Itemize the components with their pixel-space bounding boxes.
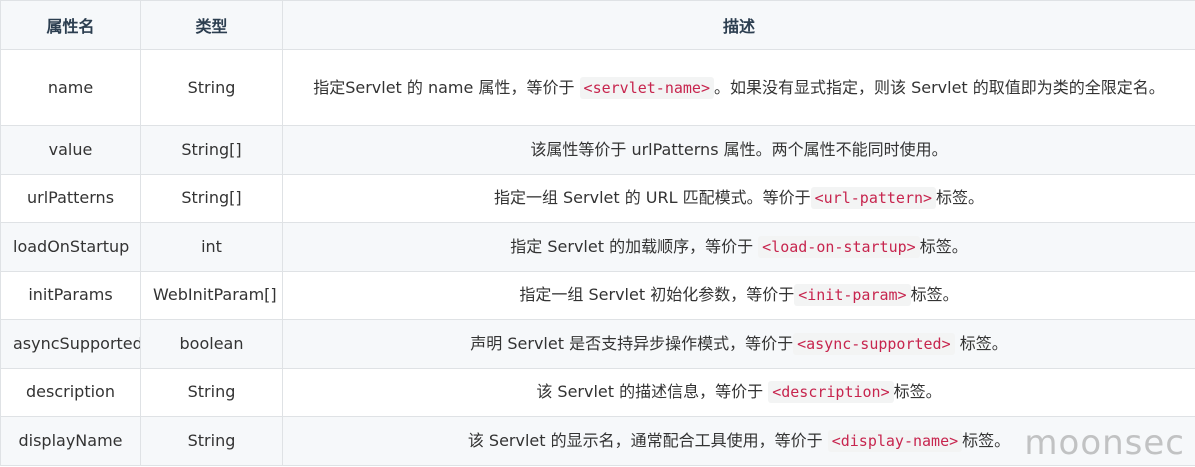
header-row: 属性名 类型 描述: [0, 0, 1195, 50]
cell-type: String[]: [140, 173, 283, 223]
table-header: 属性名 类型 描述: [0, 0, 1195, 50]
table-row: displayName String 该 Servlet 的显示名，通常配合工具…: [0, 416, 1195, 466]
table-row: initParams WebInitParam[] 指定一组 Servlet 初…: [0, 270, 1195, 320]
cell-description: 声明 Servlet 是否支持异步操作模式，等价于 <async-supporte…: [282, 319, 1195, 369]
cell-type: WebInitParam[]: [140, 270, 283, 320]
description-text: 声明 Servlet 是否支持异步操作模式，等价于: [470, 333, 794, 353]
xml-tag-code: <async-supported>: [793, 332, 955, 355]
description-text: 指定 Servlet 的加载顺序，等价于: [510, 236, 759, 256]
table-row: asyncSupported boolean 声明 Servlet 是否支持异步…: [0, 319, 1195, 369]
description-text: 该 Servlet 的描述信息，等价于: [536, 382, 769, 402]
description-text: 标签。: [893, 382, 942, 402]
table-row: name String 指定Servlet 的 name 属性，等价于 <ser…: [0, 49, 1195, 126]
cell-attribute-name: name: [0, 49, 141, 126]
description-text: 标签。: [910, 285, 959, 305]
description-text: 标签。: [954, 333, 1008, 353]
cell-attribute-name: initParams: [0, 270, 141, 320]
cell-attribute-name: urlPatterns: [0, 173, 141, 223]
table-row: loadOnStartup int 指定 Servlet 的加载顺序，等价于 <…: [0, 222, 1195, 272]
cell-type: int: [140, 222, 283, 272]
description-text: 指定一组 Servlet 的 URL 匹配模式。等价于: [493, 188, 811, 208]
watermark: moonsec: [1024, 423, 1185, 463]
description-text: 指定Servlet 的 name 属性，等价于: [313, 77, 580, 97]
cell-description: 指定 Servlet 的加载顺序，等价于 <load-on-startup> 标签…: [282, 222, 1195, 272]
cell-description: 该 Servlet 的描述信息，等价于 <description> 标签。: [282, 367, 1195, 417]
description-text: 标签。: [962, 430, 1011, 450]
description-text: 标签。: [936, 188, 985, 208]
table-row: description String 该 Servlet 的描述信息，等价于 <…: [0, 367, 1195, 417]
cell-type: String: [140, 416, 283, 466]
cell-attribute-name: asyncSupported: [0, 319, 141, 369]
table-row: value String[] 该属性等价于 urlPatterns 属性。两个属…: [0, 125, 1195, 175]
cell-type: String: [140, 367, 283, 417]
cell-description: 指定Servlet 的 name 属性，等价于 <servlet-name> 。如…: [282, 49, 1195, 126]
cell-description: 指定一组 Servlet 初始化参数，等价于 <init-param> 标签。: [282, 270, 1195, 320]
xml-tag-code: <display-name>: [827, 429, 963, 452]
description-text: 指定一组 Servlet 初始化参数，等价于: [519, 285, 795, 305]
servlet-annotation-attributes-table: 属性名 类型 描述 name String 指定Servlet 的 name 属…: [0, 0, 1195, 466]
header-attribute-name: 属性名: [0, 0, 141, 50]
description-text: 该属性等价于 urlPatterns 属性。两个属性不能同时使用。: [530, 139, 948, 159]
cell-type: String: [140, 49, 283, 126]
table-row: urlPatterns String[] 指定一组 Servlet 的 URL …: [0, 173, 1195, 223]
xml-tag-code: <url-pattern>: [810, 187, 937, 210]
cell-type: boolean: [140, 319, 283, 369]
header-description: 描述: [282, 0, 1195, 50]
cell-attribute-name: description: [0, 367, 141, 417]
cell-description: 该属性等价于 urlPatterns 属性。两个属性不能同时使用。: [282, 125, 1195, 175]
cell-attribute-name: displayName: [0, 416, 141, 466]
xml-tag-code: <description>: [768, 381, 894, 404]
table-body: name String 指定Servlet 的 name 属性，等价于 <ser…: [0, 49, 1195, 466]
description-text: 。如果没有显式指定，则该 Servlet 的取值即为类的全限定名。: [713, 77, 1165, 97]
cell-type: String[]: [140, 125, 283, 175]
description-text: 标签。: [919, 236, 968, 256]
description-text: 该 Servlet 的显示名，通常配合工具使用，等价于: [467, 430, 828, 450]
cell-description: 指定一组 Servlet 的 URL 匹配模式。等价于 <url-pattern>…: [282, 173, 1195, 223]
cell-attribute-name: value: [0, 125, 141, 175]
xml-tag-code: <servlet-name>: [579, 76, 714, 99]
cell-attribute-name: loadOnStartup: [0, 222, 141, 272]
header-type: 类型: [140, 0, 283, 50]
xml-tag-code: <init-param>: [794, 284, 911, 307]
xml-tag-code: <load-on-startup>: [758, 235, 920, 258]
